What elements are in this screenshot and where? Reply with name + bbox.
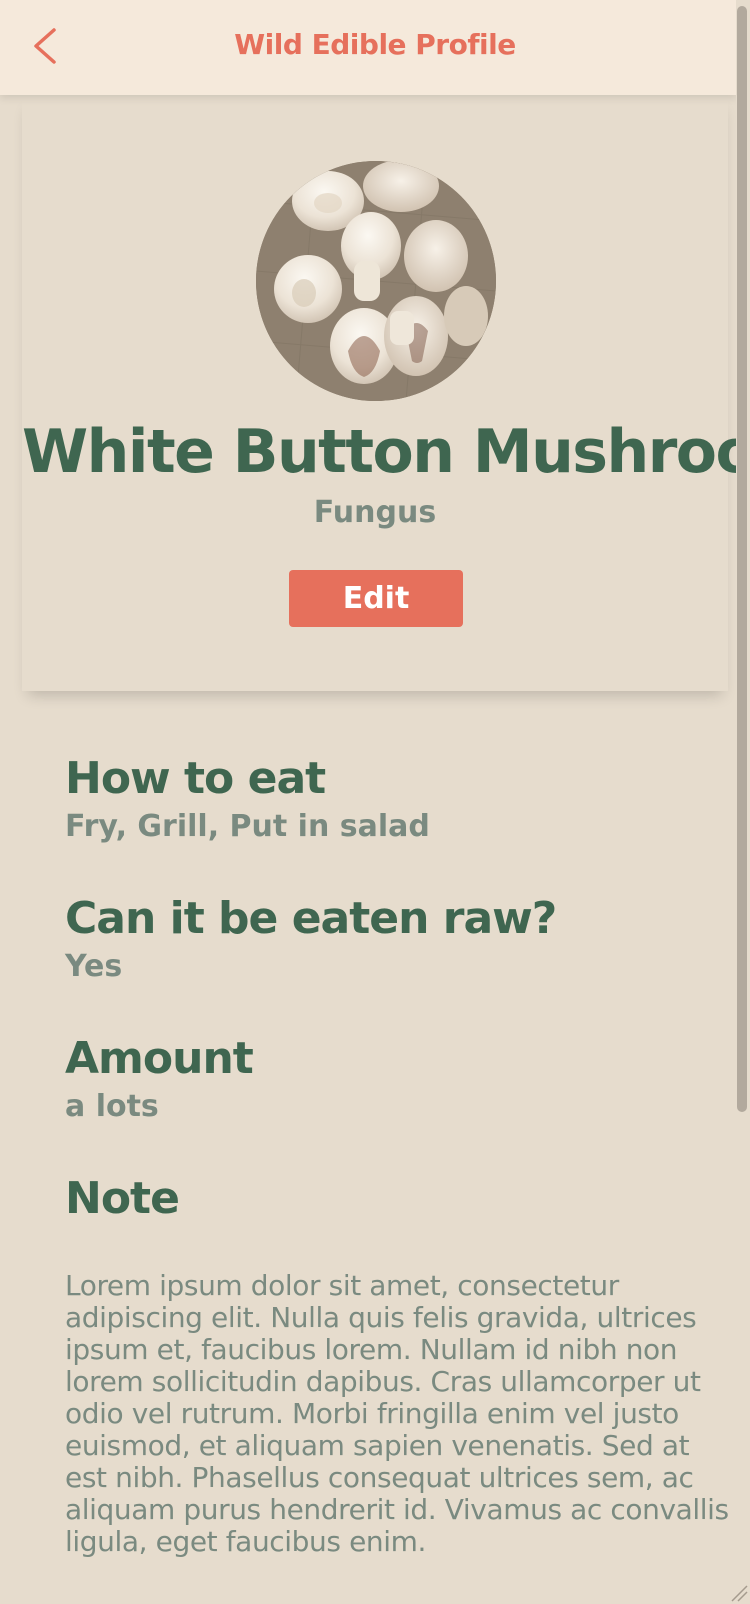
plant-name: White Button Mushroom: [22, 417, 750, 487]
amount-heading: Amount: [65, 1033, 254, 1084]
amount-value: a lots: [65, 1089, 159, 1124]
raw-heading: Can it be eaten raw?: [65, 893, 557, 944]
note-heading: Note: [65, 1173, 180, 1224]
plant-type: Fungus: [313, 495, 437, 530]
raw-section: Can it be eaten raw? Yes: [65, 892, 557, 986]
mushroom-photo: [256, 161, 496, 401]
how-to-eat-heading: How to eat: [65, 753, 326, 804]
resize-grip-icon[interactable]: [728, 1582, 748, 1602]
app-root: Wild Edible Profile White Button Mushroo…: [0, 0, 750, 1604]
resize-lines: [731, 1585, 748, 1602]
page-title: Wild Edible Profile: [234, 28, 516, 61]
how-to-eat-section: How to eat Fry, Grill, Put in salad: [65, 752, 430, 846]
how-to-eat-value: Fry, Grill, Put in salad: [65, 809, 430, 844]
raw-value: Yes: [65, 949, 123, 984]
edit-button[interactable]: Edit: [289, 570, 463, 627]
plant-photo: [256, 161, 496, 401]
scrollbar[interactable]: [736, 0, 750, 1604]
note-text: Lorem ipsum dolor sit amet, consectetur …: [65, 1269, 729, 1558]
profile-card: White Button Mushroom Fungus Edit: [22, 95, 750, 691]
amount-section: Amount a lots: [65, 1032, 254, 1126]
note-section: Note: [65, 1172, 180, 1226]
scrollbar-thumb[interactable]: [737, 6, 747, 1112]
top-bar: Wild Edible Profile: [0, 0, 736, 95]
